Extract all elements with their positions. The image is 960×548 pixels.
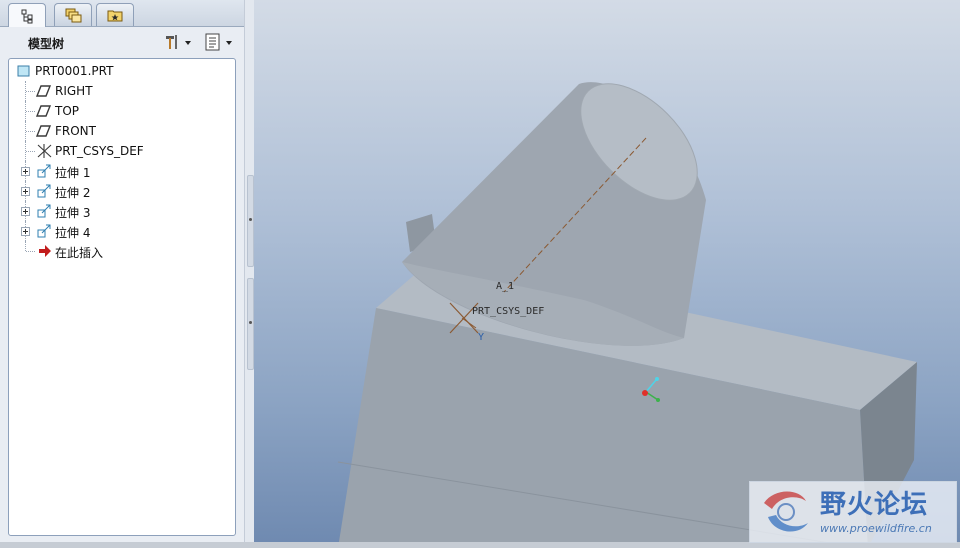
tree-item-extrude-4[interactable]: 拉伸 4 [9,221,233,241]
panel-title: 模型树 [28,37,65,51]
tree-item-front[interactable]: FRONT [9,121,233,141]
csys-axis-label: Y [478,332,485,343]
tab-favorites[interactable] [96,3,134,26]
collapse-handle[interactable] [247,278,254,370]
tools-icon [166,35,191,49]
part-icon [17,65,30,77]
extrude-icon [37,224,51,238]
collapse-handle[interactable] [247,175,254,267]
tree-item-right[interactable]: RIGHT [9,81,233,101]
model-tree-icon [21,9,33,23]
layers-icon [65,8,82,23]
model-3d [337,82,917,548]
tree-item-label: FRONT [55,124,96,138]
watermark-logo-icon [764,491,808,532]
watermark: 野火论坛 www.proewildfire.cn [749,481,957,543]
expand-toggle[interactable] [21,187,30,196]
tree-item-extrude-1[interactable]: 拉伸 1 [9,161,233,181]
csys-icon [37,144,52,158]
tab-layers[interactable] [54,3,92,26]
tree-item-label: PRT_CSYS_DEF [55,144,144,158]
extrude-icon [37,204,51,218]
list-view-icon [205,33,232,51]
settings-dropdown-button[interactable] [164,32,192,52]
tree-item-label: 拉伸 4 [55,226,91,240]
datum-plane-icon [36,85,52,97]
tree-item-label: 拉伸 3 [55,206,91,220]
expand-toggle[interactable] [21,227,30,236]
tree-item-top[interactable]: TOP [9,101,233,121]
csys-label: PRT_CSYS_DEF [472,306,545,317]
insert-arrow-icon [39,245,51,257]
datum-plane-icon [36,125,52,137]
extrude-icon [37,164,51,178]
tree-item-label: TOP [55,104,80,118]
graphics-viewport[interactable]: A_1 PRT_CSYS_DEF Y [254,0,960,548]
datum-plane-icon [36,105,52,117]
tree-item-label: RIGHT [55,84,93,98]
folder-star-icon [107,10,123,22]
spin-center [642,390,648,396]
expand-toggle[interactable] [21,167,30,176]
navigator-tabs [0,0,244,27]
tree-item-label: 拉伸 1 [55,166,91,180]
model-tree-panel: 模型树 PRT0001.PRT RIGHT TOP FRONT PRT_CSYS… [0,0,244,548]
show-dropdown-button[interactable] [204,32,236,52]
tree-root-label: PRT0001.PRT [35,64,114,78]
tree-item-label: 拉伸 2 [55,186,91,200]
watermark-url: www.proewildfire.cn [820,522,932,535]
tree-item-label: 在此插入 [55,246,104,260]
tree-item-extrude-3[interactable]: 拉伸 3 [9,201,233,221]
watermark-title: 野火论坛 [820,490,929,520]
model-tree: PRT0001.PRT RIGHT TOP FRONT PRT_CSYS_DEF… [8,58,236,536]
axis-label: A_1 [496,281,515,292]
tree-item-extrude-2[interactable]: 拉伸 2 [9,181,233,201]
tree-root[interactable]: PRT0001.PRT [9,61,233,81]
tree-item-csys[interactable]: PRT_CSYS_DEF [9,141,233,161]
extrude-icon [37,184,51,198]
expand-toggle[interactable] [21,207,30,216]
tree-item-insert-here[interactable]: 在此插入 [9,241,233,261]
panel-header: 模型树 [0,27,244,57]
tab-model-tree[interactable] [8,3,46,27]
